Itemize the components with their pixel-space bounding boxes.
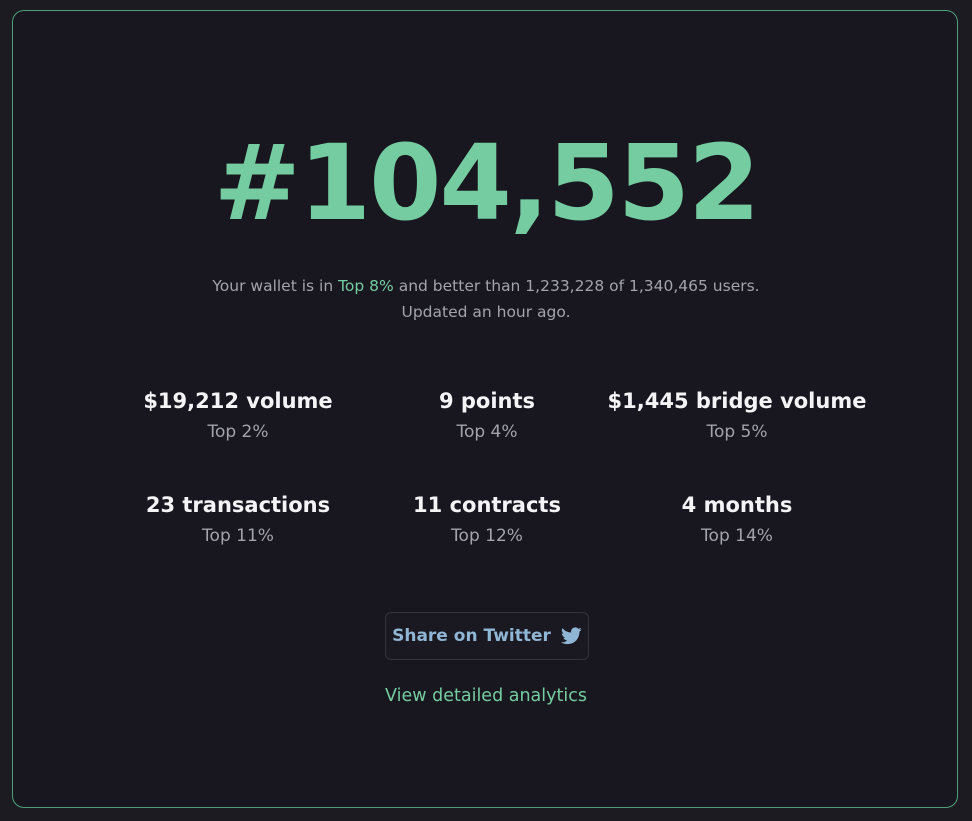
summary-prefix: Your wallet is in — [212, 277, 339, 295]
stat-months: 4 months Top 14% — [587, 490, 887, 550]
stat-percentile: Top 14% — [701, 526, 773, 546]
top-percent-highlight: Top 8% — [338, 277, 394, 295]
summary-line-1: Your wallet is in Top 8% and better than… — [13, 273, 959, 299]
rank-number: #104,552 — [213, 122, 761, 244]
share-on-twitter-button[interactable]: Share on Twitter — [385, 612, 589, 660]
stat-percentile: Top 5% — [706, 422, 768, 442]
share-button-label: Share on Twitter — [392, 626, 551, 646]
stat-value: $1,445 bridge volume — [607, 389, 867, 413]
summary-suffix: and better than 1,233,228 of 1,340,465 u… — [393, 277, 760, 295]
stat-value: 4 months — [681, 493, 793, 517]
rank-summary: Your wallet is in Top 8% and better than… — [13, 273, 959, 325]
updated-time: Updated an hour ago. — [401, 303, 571, 321]
twitter-icon — [560, 627, 582, 645]
wallet-rank-card: #104,552 Your wallet is in Top 8% and be… — [12, 10, 958, 808]
view-analytics-link[interactable]: View detailed analytics — [13, 683, 959, 709]
stat-bridge-volume: $1,445 bridge volume Top 5% — [587, 386, 887, 446]
